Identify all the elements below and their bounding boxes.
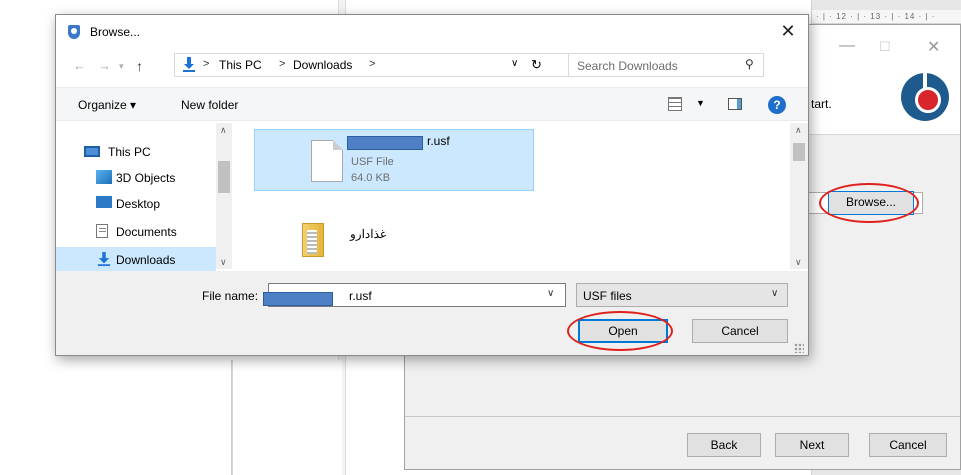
sidebar-item-label: Documents	[116, 225, 177, 239]
document-page-lower-edge	[232, 360, 342, 475]
dialog-footer: File name: r.usf ∨ USF files ∨ Open Canc…	[56, 271, 808, 355]
file-size: 64.0 KB	[351, 172, 391, 184]
back-button[interactable]: Back	[687, 433, 761, 457]
sidebar-item-3d-objects[interactable]: 3D Objects	[56, 165, 216, 191]
sidebar-item-label: This PC	[108, 145, 151, 159]
up-arrow-icon[interactable]: ↑	[136, 58, 143, 74]
file-list-scrollbar[interactable]: ∧ ∨	[790, 123, 808, 269]
sidebar-item-label: Downloads	[116, 253, 176, 267]
redaction-bar	[347, 136, 423, 150]
scroll-up-icon[interactable]: ∧	[795, 125, 802, 136]
scroll-down-icon[interactable]: ∨	[220, 257, 227, 268]
file-list-scrollbar-thumb[interactable]	[793, 143, 805, 161]
list-item[interactable]: r.usf USF File 64.0 KB	[254, 129, 534, 191]
search-input[interactable]: Search Downloads ⚲	[568, 53, 764, 77]
installer-instruction: tart.	[811, 97, 832, 111]
recent-locations-icon[interactable]: ▾	[119, 61, 124, 72]
scroll-up-icon[interactable]: ∧	[220, 125, 227, 136]
file-type-value: USF files	[583, 289, 632, 303]
dialog-titlebar: Browse... ✕	[56, 15, 808, 49]
sidebar-item-label: 3D Objects	[116, 171, 176, 185]
close-icon[interactable]: ✕	[927, 37, 940, 57]
breadcrumb-separator: >	[369, 58, 376, 70]
refresh-icon[interactable]: ↻	[531, 57, 542, 73]
maximize-icon[interactable]: ☐	[879, 39, 891, 55]
download-icon	[183, 57, 195, 72]
address-row: ← → ▾ ↑ > This PC > Downloads > ∨ ↻ Sear…	[56, 49, 808, 83]
redaction-bar	[263, 292, 333, 306]
breadcrumb-this-pc[interactable]: This PC	[219, 58, 262, 72]
documents-icon	[96, 224, 108, 238]
dialog-title: Browse...	[90, 25, 141, 39]
breadcrumb-downloads[interactable]: Downloads	[293, 58, 352, 72]
desktop-icon	[96, 196, 112, 208]
shield-icon	[68, 25, 80, 39]
browse-dialog: Browse... ✕ ← → ▾ ↑ > This PC > Download…	[55, 14, 809, 356]
sidebar-item-label: Desktop	[116, 197, 161, 211]
annotation-ellipse-open	[567, 311, 673, 351]
new-folder-button[interactable]: New folder	[181, 98, 238, 112]
search-icon[interactable]: ⚲	[745, 57, 754, 71]
file-type: USF File	[351, 156, 394, 168]
scroll-down-icon[interactable]: ∨	[795, 257, 802, 268]
help-icon[interactable]: ?	[768, 96, 786, 114]
dialog-toolbar: Organize ▾ New folder ▼ ?	[56, 87, 808, 121]
sidebar-item-this-pc[interactable]: This PC	[56, 139, 216, 165]
breadcrumb-separator: >	[279, 58, 286, 70]
minimize-icon[interactable]: —	[839, 37, 855, 55]
app-logo-icon	[901, 73, 949, 121]
search-placeholder: Search Downloads	[577, 59, 678, 73]
installer-cancel-button[interactable]: Cancel	[869, 433, 947, 457]
annotation-ellipse-browse	[819, 183, 919, 223]
installer-divider	[405, 416, 960, 417]
back-arrow-icon[interactable]: ←	[73, 58, 86, 73]
ruler: · | · 12 · | · 13 · | · 14 · | ·	[812, 10, 961, 24]
sidebar-item-desktop[interactable]: Desktop	[56, 191, 216, 217]
address-bar[interactable]: > This PC > Downloads > ∨ ↻	[174, 53, 602, 77]
navigation-pane: This PC 3D Objects Desktop Documents Dow…	[56, 123, 232, 273]
download-icon	[97, 252, 111, 266]
next-button[interactable]: Next	[775, 433, 849, 457]
file-name-value: r.usf	[349, 289, 372, 303]
file-name-label: File name:	[202, 289, 259, 303]
computer-icon	[84, 146, 100, 157]
file-list: r.usf USF File 64.0 KB غذادارو ∧ ∨	[234, 123, 808, 269]
chevron-down-icon[interactable]: ∨	[547, 288, 554, 299]
chevron-down-icon[interactable]: ▼	[696, 98, 705, 108]
3d-objects-icon	[96, 170, 112, 184]
forward-arrow-icon[interactable]: →	[98, 58, 111, 73]
folder-icon[interactable]	[302, 223, 324, 257]
view-options-icon[interactable]	[668, 97, 682, 111]
close-icon[interactable]: ✕	[776, 21, 800, 42]
breadcrumb-separator: >	[203, 58, 210, 70]
preview-pane-icon[interactable]	[728, 98, 742, 110]
file-icon	[311, 140, 343, 182]
file-type-select[interactable]: USF files ∨	[576, 283, 788, 307]
file-name-field[interactable]: r.usf ∨	[263, 283, 566, 307]
chevron-down-icon[interactable]: ∨	[771, 288, 778, 299]
file-name[interactable]: غذادارو	[350, 227, 386, 241]
file-name: r.usf	[427, 134, 450, 148]
document-page-lower	[0, 360, 232, 475]
cancel-button[interactable]: Cancel	[692, 319, 788, 343]
nav-scrollbar[interactable]: ∧ ∨	[216, 123, 232, 269]
nav-scrollbar-thumb[interactable]	[218, 161, 230, 193]
chevron-down-icon[interactable]: ∨	[511, 58, 518, 69]
organize-button[interactable]: Organize ▾	[78, 98, 136, 112]
resize-grip[interactable]	[794, 343, 804, 353]
sidebar-item-documents[interactable]: Documents	[56, 219, 216, 245]
sidebar-item-downloads[interactable]: Downloads	[56, 247, 216, 273]
